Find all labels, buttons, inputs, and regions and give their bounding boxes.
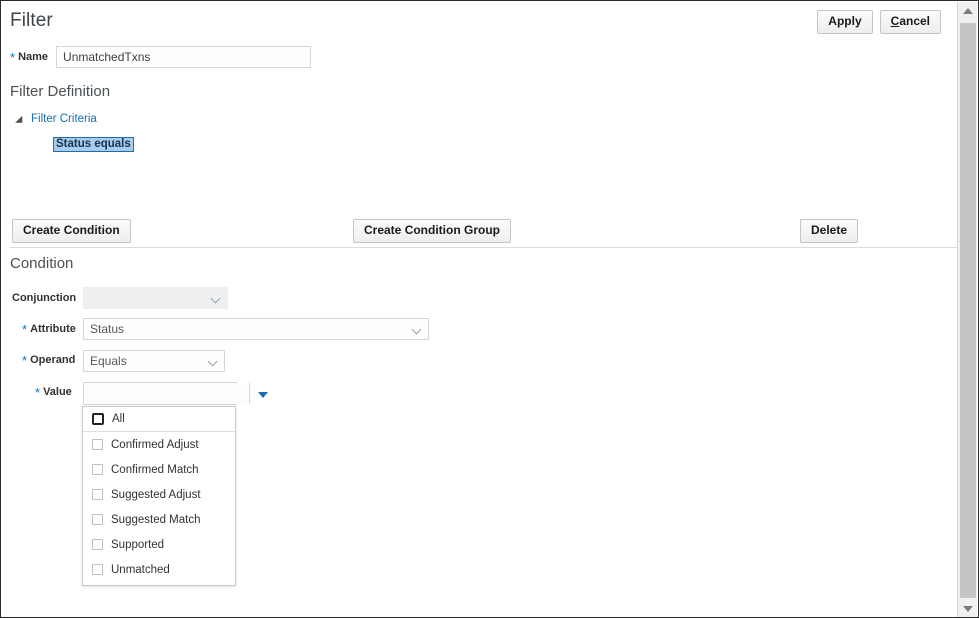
- operand-value: Equals: [90, 354, 127, 368]
- operand-label-row: * Operand: [22, 353, 76, 368]
- checkbox-icon[interactable]: [92, 489, 103, 500]
- filter-criteria-tree: Filter Criteria Status equals: [17, 111, 134, 152]
- tree-children: Status equals: [53, 134, 134, 152]
- attribute-label: Attribute: [30, 323, 76, 335]
- conjunction-label-row: Conjunction: [12, 292, 76, 304]
- dropdown-item-unmatched[interactable]: Unmatched: [83, 557, 235, 582]
- filter-definition-heading: Filter Definition: [10, 83, 111, 100]
- header-actions: Apply Cancel: [817, 10, 941, 34]
- section-divider: [10, 247, 958, 248]
- name-field-row: * Name: [10, 46, 312, 68]
- cancel-accesskey: C: [890, 14, 900, 28]
- chevron-down-icon: [413, 326, 421, 334]
- dropdown-item-label: Unmatched: [111, 563, 170, 576]
- dropdown-item-all[interactable]: All: [83, 407, 235, 432]
- operand-label: Operand: [30, 354, 76, 366]
- checkbox-icon[interactable]: [92, 464, 103, 475]
- value-required-marker: *: [35, 385, 41, 400]
- dropdown-item-suggested-match[interactable]: Suggested Match: [83, 507, 235, 532]
- value-label: Value: [43, 386, 72, 398]
- page-title: Filter: [10, 10, 53, 31]
- operand-select[interactable]: Equals: [83, 350, 225, 372]
- create-condition-button[interactable]: Create Condition: [12, 219, 131, 243]
- delete-button[interactable]: Delete: [800, 219, 859, 243]
- dropdown-item-label: Confirmed Adjust: [111, 438, 199, 451]
- checkbox-icon[interactable]: [92, 514, 103, 525]
- value-dropdown-toggle-button[interactable]: [249, 383, 268, 404]
- checkbox-icon[interactable]: [92, 564, 103, 575]
- expand-collapse-triangle-icon[interactable]: [17, 113, 29, 125]
- scroll-up-arrow-icon[interactable]: [958, 2, 977, 20]
- name-label: Name: [18, 51, 49, 63]
- tree-node-status-equals[interactable]: Status equals: [53, 137, 134, 152]
- apply-button[interactable]: Apply: [817, 10, 873, 34]
- vertical-scrollbar[interactable]: [957, 2, 977, 617]
- create-condition-group-button[interactable]: Create Condition Group: [353, 219, 511, 243]
- dropdown-item-label: Suggested Match: [111, 513, 201, 526]
- dialog-content: Filter Apply Cancel * Name Filter Defini…: [1, 1, 958, 617]
- value-label-row: * Value: [35, 385, 72, 400]
- checkbox-icon[interactable]: [92, 439, 103, 450]
- dropdown-item-label: All: [112, 413, 125, 425]
- dropdown-item-label: Supported: [111, 538, 165, 551]
- attribute-required-marker: *: [22, 322, 28, 337]
- cancel-label-rest: ancel: [899, 14, 930, 28]
- dropdown-item-suggested-adjust[interactable]: Suggested Adjust: [83, 482, 235, 507]
- name-required-marker: *: [10, 50, 16, 65]
- condition-heading: Condition: [10, 255, 74, 272]
- tree-node-root[interactable]: Filter Criteria: [17, 111, 134, 127]
- conjunction-label: Conjunction: [12, 292, 77, 304]
- dropdown-item-confirmed-adjust[interactable]: Confirmed Adjust: [83, 432, 235, 457]
- attribute-select[interactable]: Status: [83, 318, 429, 340]
- value-lov-field: [83, 382, 268, 405]
- dropdown-item-supported[interactable]: Supported: [83, 532, 235, 557]
- scrollbar-thumb[interactable]: [960, 23, 976, 598]
- dropdown-item-confirmed-match[interactable]: Confirmed Match: [83, 457, 235, 482]
- operand-required-marker: *: [22, 353, 28, 368]
- chevron-down-icon: [209, 358, 217, 366]
- name-input[interactable]: [56, 46, 312, 68]
- scroll-down-arrow-icon[interactable]: [958, 600, 977, 617]
- filter-dialog: Filter Apply Cancel * Name Filter Defini…: [0, 0, 979, 618]
- checkbox-icon[interactable]: [92, 413, 104, 425]
- value-dropdown-list: All Confirmed Adjust Confirmed Match Sug…: [82, 406, 236, 586]
- attribute-label-row: * Attribute: [22, 322, 76, 337]
- conjunction-select: [83, 287, 228, 309]
- attribute-value: Status: [90, 322, 125, 336]
- cancel-button[interactable]: Cancel: [879, 10, 941, 34]
- dropdown-item-label: Suggested Adjust: [111, 488, 201, 501]
- checkbox-icon[interactable]: [92, 539, 103, 550]
- value-input[interactable]: [84, 383, 249, 404]
- dropdown-item-label: Confirmed Match: [111, 463, 199, 476]
- tree-root-label[interactable]: Filter Criteria: [31, 113, 97, 125]
- chevron-down-icon: [212, 295, 220, 303]
